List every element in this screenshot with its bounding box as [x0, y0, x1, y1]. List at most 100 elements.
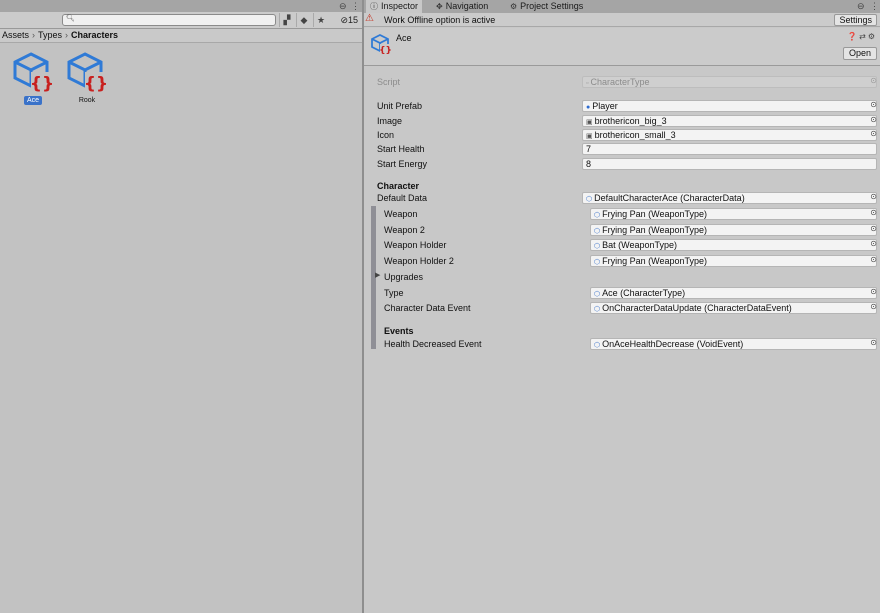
asset-rook[interactable]: {} Rook: [64, 50, 110, 105]
property-label: Default Data: [377, 193, 428, 203]
tab-menu-icon[interactable]: ⋮: [870, 1, 879, 12]
filter-by-type-icon[interactable]: ▞: [279, 13, 294, 27]
help-icon[interactable]: ❓: [847, 32, 859, 41]
character-data-event-field[interactable]: ⬡ OnCharacterDataUpdate (CharacterDataEve…: [590, 302, 877, 314]
info-icon: ⓘ: [370, 2, 378, 11]
hidden-packages-toggle[interactable]: ⊘15: [340, 13, 358, 27]
object-picker-icon[interactable]: ⊙: [870, 129, 877, 138]
tab-menu-icon[interactable]: ⋮: [351, 1, 360, 12]
property-weapon: Weapon ⬡ Frying Pan (WeaponType) ⊙: [364, 207, 880, 221]
object-picker-icon[interactable]: ⊙: [870, 224, 877, 233]
preset-icon[interactable]: ⇄: [859, 32, 868, 41]
asset-label: Ace: [23, 96, 43, 105]
scriptable-object-icon: ⬡: [594, 228, 601, 235]
prefab-icon: ●: [586, 104, 591, 111]
property-start-energy: Start Energy 8: [364, 157, 880, 171]
property-weapon-holder-2: Weapon Holder 2 ⬡ Frying Pan (WeaponType)…: [364, 254, 880, 268]
default-data-field[interactable]: ⬡ DefaultCharacterAce (CharacterData): [582, 192, 877, 204]
health-decreased-event-field[interactable]: ⬡ OnAceHealthDecrease (VoidEvent): [590, 338, 877, 350]
start-energy-input[interactable]: 8: [582, 158, 877, 170]
breadcrumb-separator-icon: ›: [65, 30, 69, 40]
property-start-health: Start Health 7: [364, 142, 880, 156]
icon-field[interactable]: ▣ brothericon_small_3: [582, 129, 877, 141]
object-picker-icon[interactable]: ⊙: [870, 239, 877, 248]
hidden-packages-count: 15: [347, 15, 358, 25]
field-value: OnCharacterDataUpdate (CharacterDataEven…: [602, 303, 792, 313]
property-label: Health Decreased Event: [384, 339, 482, 349]
object-picker-icon[interactable]: ⊙: [870, 302, 877, 311]
object-picker-icon[interactable]: ⊙: [870, 115, 877, 124]
scriptable-object-icon: ⬡: [594, 306, 601, 313]
header-events: Events: [364, 324, 880, 338]
filter-by-label-icon[interactable]: ◆: [296, 13, 311, 27]
object-picker-icon[interactable]: ⊙: [870, 338, 877, 347]
object-picker-icon[interactable]: ⊙: [870, 192, 877, 201]
search-input[interactable]: 🔍︎: [62, 14, 276, 26]
property-icon: Icon ▣ brothericon_small_3 ⊙: [364, 128, 880, 142]
offline-warning-text: Work Offline option is active: [384, 15, 496, 25]
object-picker-icon[interactable]: ⊙: [870, 287, 877, 296]
weapon-field[interactable]: ⬡ Frying Pan (WeaponType): [590, 208, 877, 220]
eye-slash-icon: ⊘: [340, 15, 348, 25]
property-label: Unit Prefab: [377, 101, 423, 111]
image-field[interactable]: ▣ brothericon_big_3: [582, 115, 877, 127]
tab-inspector[interactable]: ⓘ Inspector: [366, 0, 423, 13]
object-picker-icon[interactable]: ⊙: [870, 255, 877, 264]
field-value: DefaultCharacterAce (CharacterData): [594, 193, 745, 203]
breadcrumb-item-types[interactable]: Types: [38, 30, 62, 40]
gear-icon[interactable]: ⚙: [868, 32, 877, 41]
property-label: Character Data Event: [384, 303, 471, 313]
inspector-window: ⓘ Inspector ✥ Navigation ⚙ Project Settings…: [364, 0, 880, 613]
gear-icon: ⚙: [510, 2, 518, 11]
sprite-icon: ▣: [586, 133, 593, 140]
breadcrumb-item-characters[interactable]: Characters: [71, 30, 118, 40]
tab-label: Inspector: [381, 1, 419, 11]
unit-prefab-field[interactable]: ● Player: [582, 100, 877, 112]
scriptable-object-icon: ⬡: [594, 212, 601, 219]
type-field[interactable]: ⬡ Ace (CharacterType): [590, 287, 877, 299]
tab-project-settings[interactable]: ⚙ Project Settings: [506, 0, 587, 13]
lock-icon[interactable]: ⊖: [339, 1, 347, 12]
property-label: Start Energy: [377, 159, 428, 169]
script-field: ▫ CharacterType: [582, 76, 877, 88]
open-button[interactable]: Open: [842, 47, 877, 60]
search-icon: 🔍︎: [66, 15, 75, 22]
property-label: Image: [377, 116, 403, 126]
lock-icon[interactable]: ⊖: [857, 1, 865, 12]
scriptable-object-icon: ⬡: [586, 196, 593, 203]
property-label: Weapon Holder: [384, 240, 447, 250]
foldout-arrow-icon[interactable]: ▶: [375, 271, 380, 279]
field-value: Frying Pan (WeaponType): [602, 256, 708, 266]
tab-navigation[interactable]: ✥ Navigation: [432, 0, 492, 13]
inspector-tab-strip: ⓘ Inspector ✥ Navigation ⚙ Project Settings…: [364, 0, 880, 13]
scriptable-object-icon: ⬡: [594, 243, 601, 250]
svg-text:{}: {}: [379, 46, 392, 55]
property-label: Weapon: [384, 209, 418, 219]
object-picker-icon[interactable]: ⊙: [870, 208, 877, 217]
property-upgrades[interactable]: ▶ Upgrades: [364, 270, 880, 284]
settings-button[interactable]: Settings: [834, 14, 877, 26]
start-health-input[interactable]: 7: [582, 143, 877, 155]
breadcrumb-separator-icon: ›: [32, 30, 36, 40]
favorites-star-icon[interactable]: ★: [313, 13, 328, 27]
scriptable-object-icon: {}: [67, 52, 108, 94]
weapon-holder-field[interactable]: ⬡ Bat (WeaponType): [590, 239, 877, 251]
svg-text:{}: {}: [30, 74, 54, 94]
project-toolbar: 🔍︎ ▞ ◆ ★ ⊘15: [0, 12, 362, 29]
field-value: Ace (CharacterType): [602, 288, 686, 298]
weapon-2-field[interactable]: ⬡ Frying Pan (WeaponType): [590, 224, 877, 236]
breadcrumb-item-assets[interactable]: Assets: [2, 30, 29, 40]
field-value: brothericon_small_3: [594, 130, 676, 140]
weapon-holder-2-field[interactable]: ⬡ Frying Pan (WeaponType): [590, 255, 877, 267]
property-type: Type ⬡ Ace (CharacterType) ⊙: [364, 286, 880, 300]
property-character-data-event: Character Data Event ⬡ OnCharacterDataUpd…: [364, 301, 880, 315]
asset-ace[interactable]: {} Ace: [10, 50, 56, 105]
property-label: Start Health: [377, 144, 425, 154]
field-value: OnAceHealthDecrease (VoidEvent): [602, 339, 744, 349]
object-picker-icon[interactable]: ⊙: [870, 100, 877, 109]
property-health-decreased-event: Health Decreased Event ⬡ OnAceHealthDecre…: [364, 337, 880, 351]
property-weapon-holder: Weapon Holder ⬡ Bat (WeaponType) ⊙: [364, 238, 880, 252]
field-value: CharacterType: [590, 77, 650, 87]
scriptable-object-icon: ⬡: [594, 291, 601, 298]
object-picker-icon: ⊙: [870, 76, 877, 85]
